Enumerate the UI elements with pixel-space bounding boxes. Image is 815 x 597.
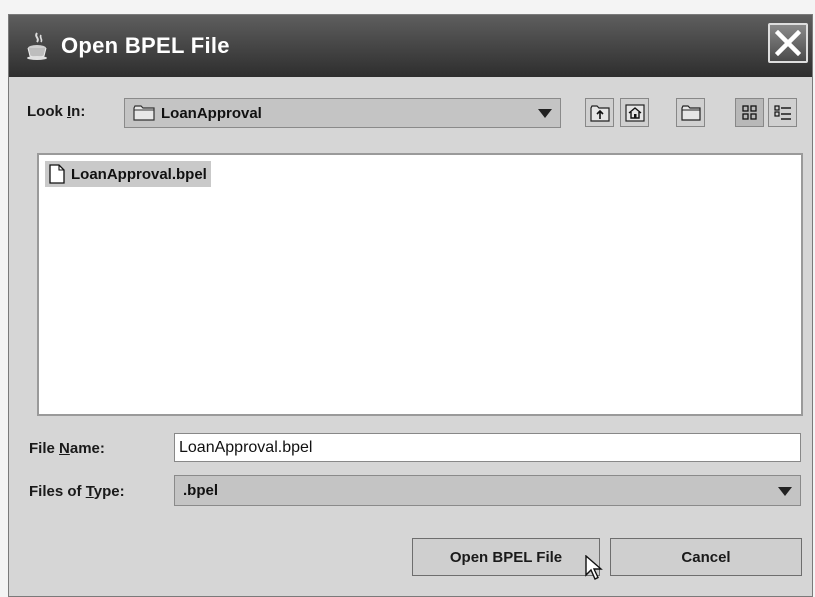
list-view-icon <box>741 104 757 120</box>
look-in-label: Look In: <box>27 103 86 120</box>
details-view-button[interactable] <box>768 98 797 127</box>
files-of-type-dropdown[interactable]: .bpel <box>174 475 801 506</box>
open-button-label: Open BPEL File <box>449 548 563 566</box>
list-view-button[interactable] <box>735 98 764 127</box>
file-icon <box>49 164 65 184</box>
cancel-button[interactable]: Cancel <box>610 538 802 576</box>
up-folder-icon <box>589 104 610 122</box>
home-button[interactable] <box>620 98 649 127</box>
up-one-level-button[interactable] <box>585 98 614 127</box>
look-in-dropdown[interactable]: LoanApproval <box>124 98 561 128</box>
folder-icon <box>133 105 155 121</box>
file-name-input[interactable]: LoanApproval.bpel <box>174 433 801 462</box>
close-button[interactable] <box>768 23 808 63</box>
mouse-pointer-icon <box>585 555 603 580</box>
chevron-down-icon <box>778 486 792 496</box>
list-item[interactable]: LoanApproval.bpel <box>45 161 211 187</box>
file-list[interactable]: LoanApproval.bpel <box>37 153 803 416</box>
cancel-button-label: Cancel <box>681 548 731 566</box>
close-icon <box>775 30 801 56</box>
file-name-label: File Name: <box>29 440 105 457</box>
open-bpel-file-button[interactable]: Open BPEL File <box>412 538 600 576</box>
open-bpel-file-dialog: Open BPEL File Look In: LoanApproval Loa… <box>8 14 813 597</box>
files-of-type-label: Files of Type: <box>29 483 125 500</box>
chevron-down-icon <box>538 109 552 118</box>
title-bar: Open BPEL File <box>9 15 812 77</box>
java-cup-icon <box>27 32 47 60</box>
look-in-value: LoanApproval <box>161 104 262 122</box>
new-folder-button[interactable] <box>676 98 705 127</box>
file-name-label: LoanApproval.bpel <box>71 165 207 183</box>
home-icon <box>624 103 645 122</box>
files-of-type-value: .bpel <box>183 482 219 499</box>
window-title: Open BPEL File <box>61 33 230 58</box>
details-view-icon <box>773 104 791 120</box>
new-folder-icon <box>680 104 701 121</box>
